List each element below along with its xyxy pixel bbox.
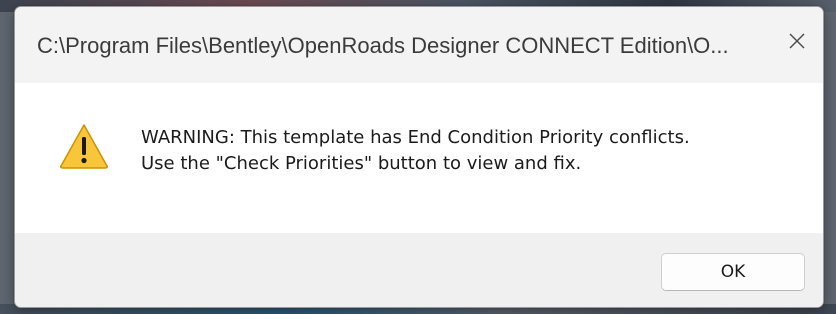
- message-line-1: WARNING: This template has End Condition…: [141, 127, 690, 148]
- close-button[interactable]: [777, 21, 817, 61]
- title-bar: C:\Program Files\Bentley\OpenRoads Desig…: [15, 7, 823, 83]
- window-title: C:\Program Files\Bentley\OpenRoads Desig…: [37, 33, 729, 58]
- message-line-2: Use the "Check Priorities" button to vie…: [141, 153, 582, 174]
- warning-icon: [60, 124, 108, 169]
- button-bar: OK: [15, 233, 823, 307]
- ok-button[interactable]: OK: [661, 253, 805, 291]
- message-text: WARNING: This template has End Condition…: [141, 125, 690, 177]
- close-icon: [789, 33, 805, 49]
- message-dialog: C:\Program Files\Bentley\OpenRoads Desig…: [14, 6, 824, 308]
- message-area: WARNING: This template has End Condition…: [15, 83, 823, 233]
